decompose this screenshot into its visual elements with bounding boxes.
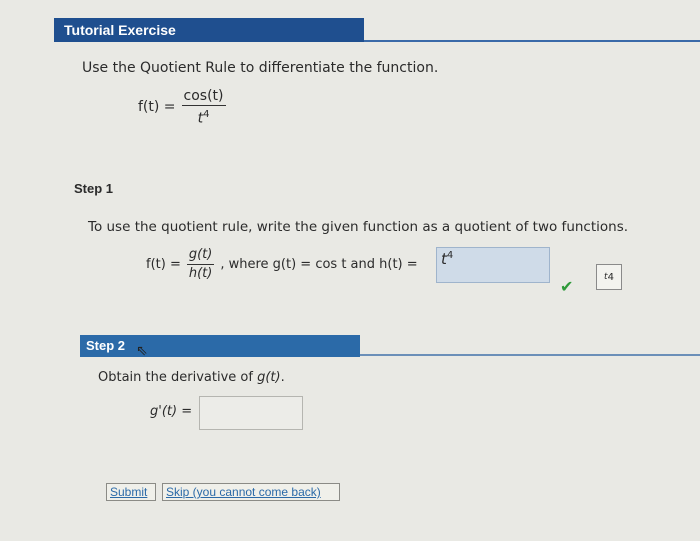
tutorial-page: Tutorial Exercise Use the Quotient Rule … (0, 0, 700, 541)
checkmark-icon: ✔ (560, 277, 574, 296)
step1-eq-mid: , where g(t) = cos t and h(t) = (220, 257, 418, 272)
step2-divider (360, 354, 700, 356)
step1-fraction: g(t) h(t) (186, 247, 215, 282)
step1-eq-lhs: f(t) = (146, 257, 181, 272)
step2-bar: Step 2 (80, 335, 360, 357)
function-numerator: cos(t) (183, 88, 224, 104)
cursor-icon: ⇖ (136, 343, 148, 359)
header-title: Tutorial Exercise (64, 22, 176, 38)
step2-text: Obtain the derivative of g(t). (98, 370, 285, 385)
submit-button[interactable]: Submit (106, 483, 156, 501)
function-lhs: f(t) = (138, 99, 176, 116)
fraction-bar (186, 264, 215, 265)
header-divider (364, 40, 700, 42)
step1-numerator: g(t) (188, 247, 213, 262)
step1-text: To use the quotient rule, write the give… (88, 219, 629, 235)
step1-label: Step 1 (74, 181, 114, 196)
step1-denominator: h(t) (188, 266, 213, 281)
step2-label: Step 2 (86, 338, 126, 353)
tutorial-header: Tutorial Exercise (54, 18, 364, 42)
function-fraction: cos(t) t4 (181, 88, 226, 127)
skip-button[interactable]: Skip (you cannot come back) (162, 483, 340, 501)
function-equation: f(t) = cos(t) t4 (138, 88, 226, 127)
fraction-bar (181, 105, 226, 106)
step1-equation: f(t) = g(t) h(t) , where g(t) = cos t an… (146, 247, 418, 282)
h-answer-input[interactable]: t4 (436, 247, 550, 283)
gprime-label: g'(t) = (150, 404, 193, 419)
gprime-input[interactable] (199, 396, 303, 430)
hint-answer-box[interactable]: t4 (596, 264, 622, 290)
function-denominator: t4 (197, 109, 210, 127)
instructions: Use the Quotient Rule to differentiate t… (82, 60, 439, 76)
